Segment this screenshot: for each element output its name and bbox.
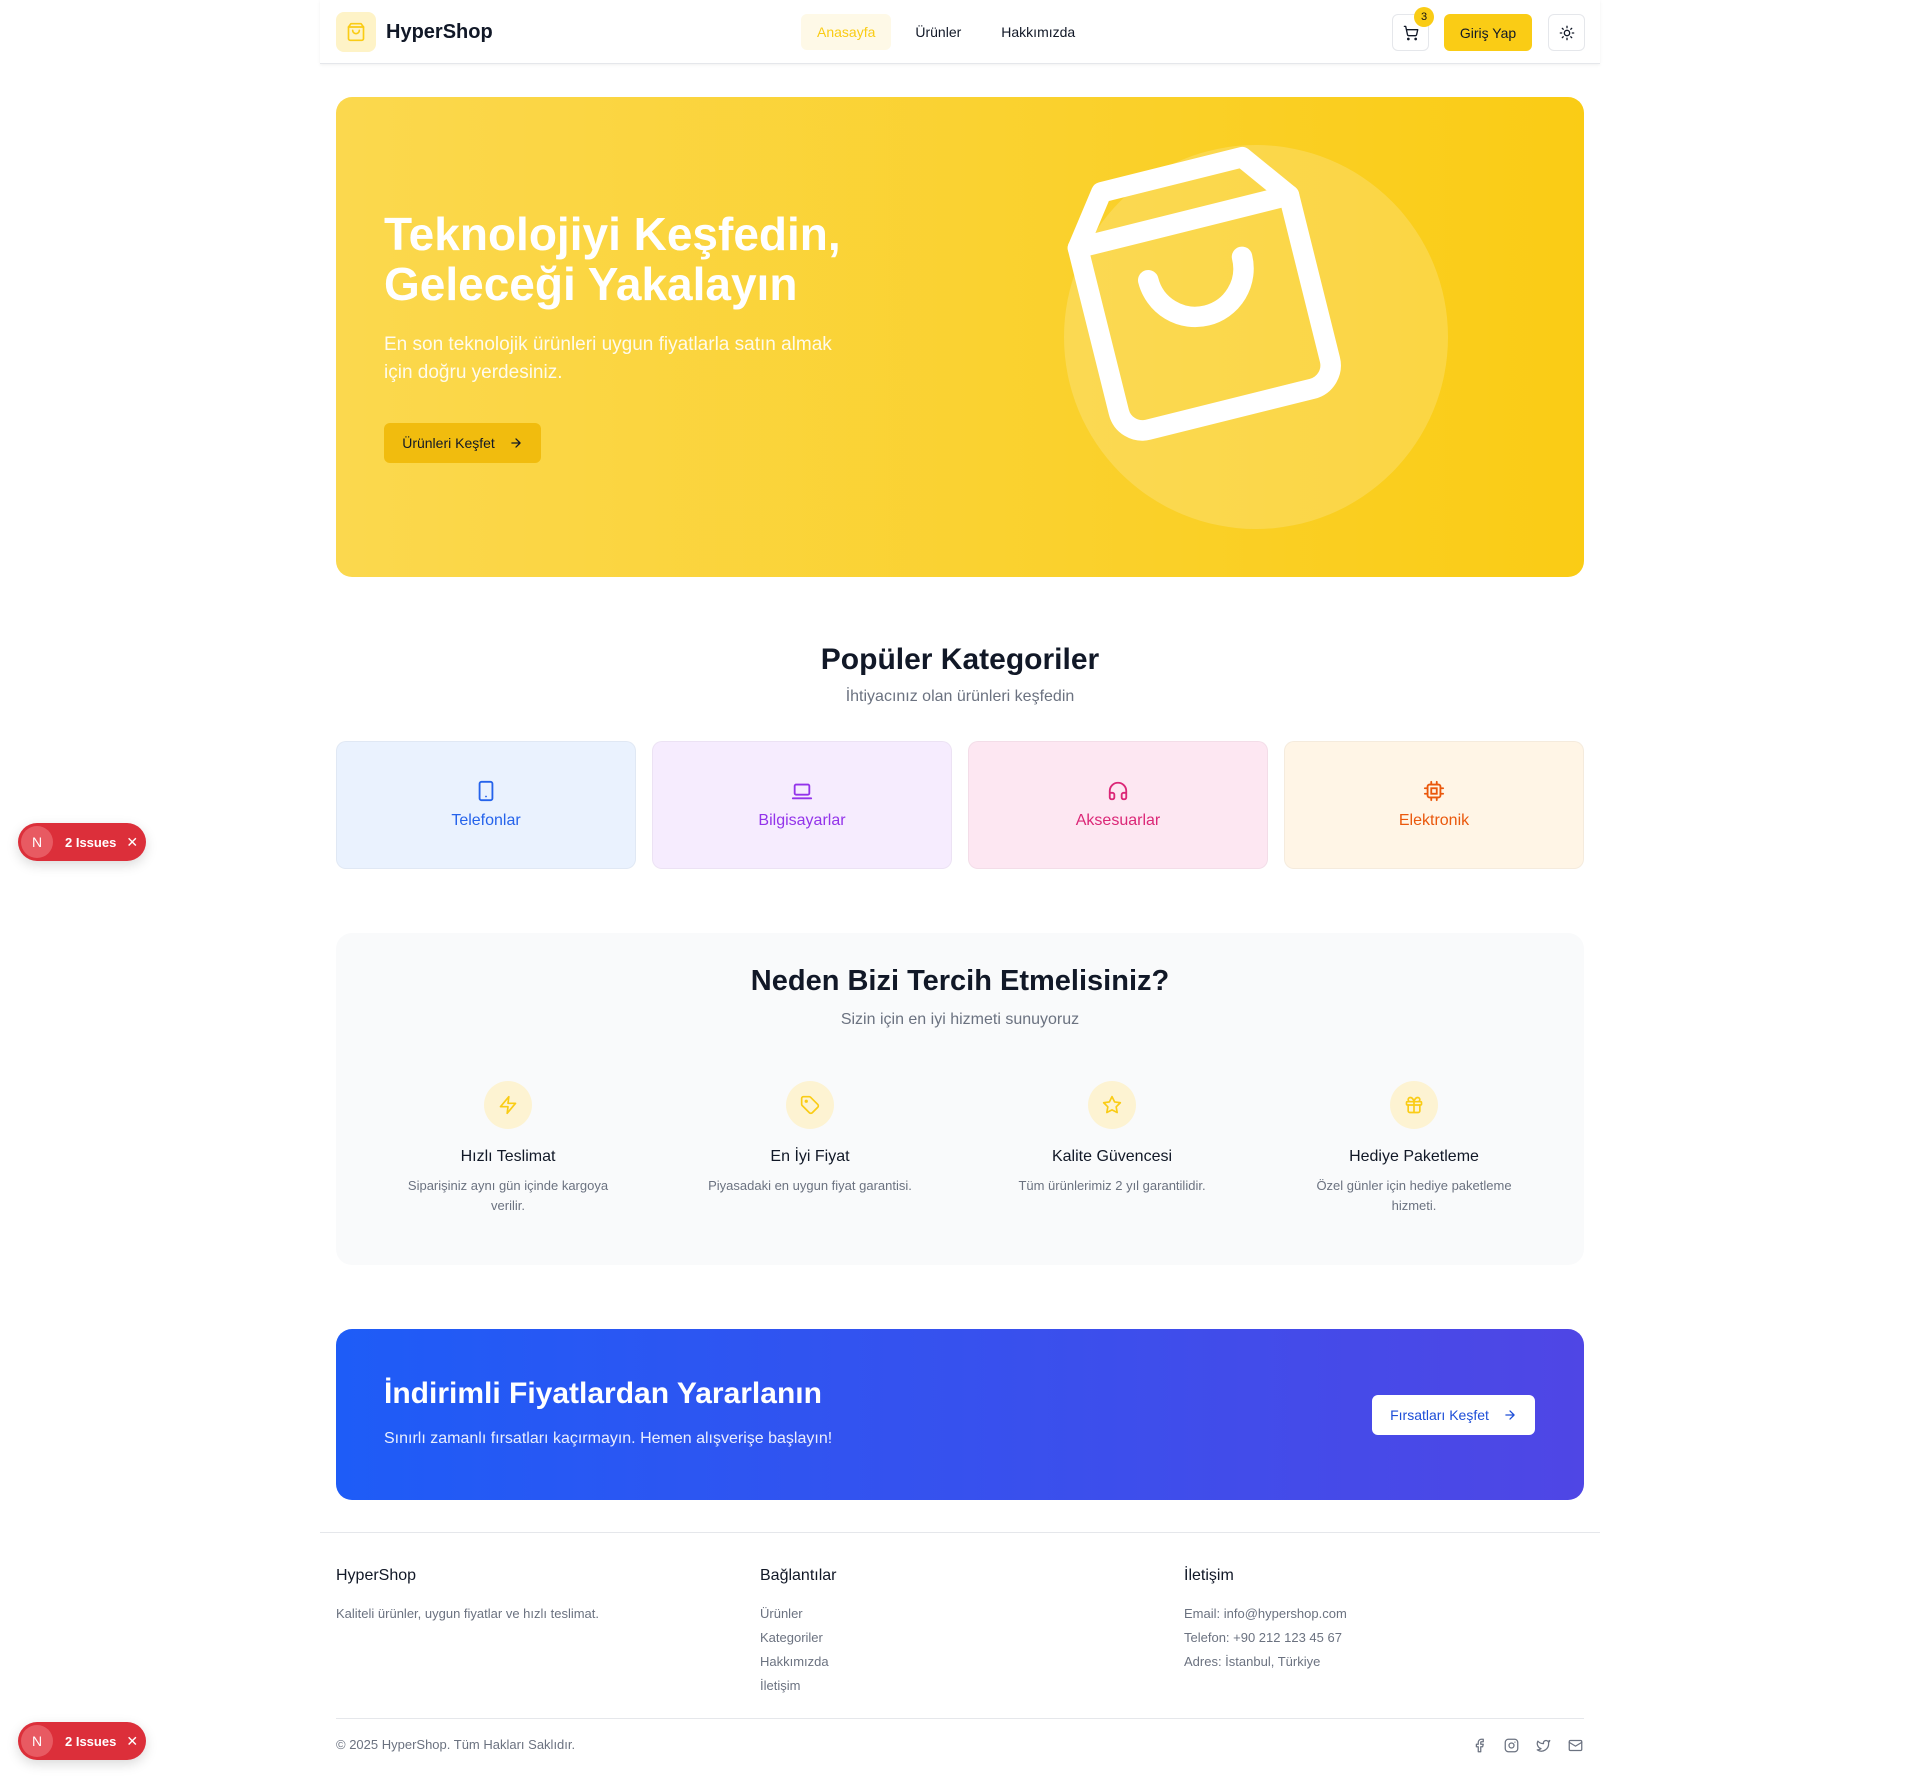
footer-contact-phone: Telefon: +90 212 123 45 67 bbox=[1184, 1630, 1342, 1645]
arrow-right-icon bbox=[511, 438, 521, 448]
features-section: Neden Bizi Tercih Etmelisiniz? Sizin içi… bbox=[336, 933, 1584, 1265]
cart-count-badge: 3 bbox=[1414, 7, 1434, 27]
cpu-icon bbox=[1423, 780, 1445, 802]
feature-title: Kalite Güvencesi bbox=[1051, 1148, 1173, 1165]
feature-title: En İyi Fiyat bbox=[770, 1148, 850, 1165]
footer-contact-column: İletişim Email: info@hypershop.com Telef… bbox=[1184, 1567, 1347, 1674]
issues-badge[interactable]: N 2 Issues ✕ bbox=[18, 823, 146, 861]
features-subtitle: Sizin için en iyi hizmeti sunuyoruz bbox=[840, 1011, 1080, 1028]
footer-brand-column: HyperShop Kaliteli ürünler, uygun fiyatl… bbox=[336, 1567, 599, 1626]
logo-text: HyperShop bbox=[386, 20, 493, 43]
category-card-electronics[interactable]: Elektronik bbox=[1284, 741, 1584, 869]
close-icon[interactable]: ✕ bbox=[126, 1733, 138, 1750]
tag-icon bbox=[786, 1081, 834, 1129]
explore-deals-button[interactable]: Fırsatları Keşfet bbox=[1372, 1395, 1535, 1435]
main-nav: Anasayfa Ürünler Hakkımızda bbox=[801, 14, 1091, 50]
footer-links-title: Bağlantılar bbox=[760, 1567, 837, 1584]
categories-title: Popüler Kategoriler bbox=[820, 643, 1100, 676]
logo[interactable]: HyperShop bbox=[336, 12, 493, 52]
footer-brand-title: HyperShop bbox=[336, 1567, 417, 1584]
footer-link-products[interactable]: Ürünler bbox=[760, 1602, 837, 1626]
footer-contact-address: Adres: İstanbul, Türkiye bbox=[1184, 1654, 1321, 1669]
facebook-icon[interactable] bbox=[1470, 1736, 1488, 1754]
hero-subtitle: En son teknolojik ürünleri uygun fiyatla… bbox=[384, 334, 832, 383]
footer-bottom-divider bbox=[336, 1718, 1584, 1719]
feature-description: Tüm ürünlerimiz 2 yıl garantilidir. bbox=[1018, 1178, 1206, 1193]
site-header: HyperShop Anasayfa Ürünler Hakkımızda 3 … bbox=[320, 0, 1600, 64]
zap-icon bbox=[484, 1081, 532, 1129]
hero-banner: Teknolojiyi Keşfedin, Geleceği Yakalayın… bbox=[336, 97, 1584, 577]
explore-products-button[interactable]: Ürünleri Keşfet bbox=[384, 423, 541, 463]
nav-link-home[interactable]: Anasayfa bbox=[801, 14, 892, 50]
feature-quality: Kalite Güvencesi Tüm ürünlerimiz 2 yıl g… bbox=[997, 1081, 1227, 1196]
feature-description: Siparişiniz aynı gün içinde kargoya veri… bbox=[407, 1178, 609, 1213]
issues-count: 2 Issues bbox=[65, 834, 117, 850]
social-links bbox=[1470, 1736, 1584, 1754]
category-label: Bilgisayarlar bbox=[758, 812, 846, 829]
arrow-right-icon bbox=[1505, 1410, 1515, 1420]
category-card-phones[interactable]: Telefonlar bbox=[336, 741, 636, 869]
twitter-icon[interactable] bbox=[1534, 1736, 1552, 1754]
promo-title: İndirimli Fiyatlardan Yararlanın bbox=[384, 1377, 822, 1410]
feature-best-price: En İyi Fiyat Piyasadaki en uygun fiyat g… bbox=[695, 1081, 925, 1196]
gift-icon bbox=[1390, 1081, 1438, 1129]
features-title: Neden Bizi Tercih Etmelisiniz? bbox=[750, 965, 1170, 997]
laptop-icon bbox=[791, 783, 813, 800]
feature-title: Hediye Paketleme bbox=[1349, 1148, 1479, 1165]
category-card-computers[interactable]: Bilgisayarlar bbox=[652, 741, 952, 869]
footer-divider bbox=[320, 1532, 1600, 1533]
shopping-bag-icon bbox=[336, 12, 376, 52]
headphones-icon bbox=[1108, 781, 1128, 801]
login-button[interactable]: Giriş Yap bbox=[1444, 14, 1532, 51]
category-label: Elektronik bbox=[1398, 812, 1470, 829]
nextjs-logo: N bbox=[21, 826, 53, 858]
feature-title: Hızlı Teslimat bbox=[460, 1148, 556, 1165]
promo-banner: İndirimli Fiyatlardan Yararlanın Sınırlı… bbox=[336, 1329, 1584, 1500]
nav-link-products[interactable]: Ürünler bbox=[899, 14, 977, 50]
nav-link-about[interactable]: Hakkımızda bbox=[985, 14, 1091, 50]
issues-count: 2 Issues bbox=[65, 1733, 117, 1749]
categories-subtitle: İhtiyacınız olan ürünleri keşfedin bbox=[845, 688, 1075, 705]
cart-icon bbox=[1403, 25, 1418, 40]
star-icon bbox=[1088, 1081, 1136, 1129]
footer-brand-description: Kaliteli ürünler, uygun fiyatlar ve hızl… bbox=[336, 1606, 600, 1621]
copyright-text: © 2025 HyperShop. Tüm Hakları Saklıdır. bbox=[336, 1737, 576, 1752]
feature-gift-wrapping: Hediye Paketleme Özel günler için hediye… bbox=[1299, 1081, 1529, 1216]
explore-deals-label: Fırsatları Keşfet bbox=[1390, 1407, 1489, 1423]
theme-toggle-button[interactable] bbox=[1548, 14, 1585, 51]
feature-fast-delivery: Hızlı Teslimat Siparişiniz aynı gün için… bbox=[393, 1081, 623, 1216]
close-icon[interactable]: ✕ bbox=[126, 834, 138, 851]
mail-icon[interactable] bbox=[1566, 1736, 1584, 1754]
category-card-accessories[interactable]: Aksesuarlar bbox=[968, 741, 1268, 869]
issues-badge[interactable]: N 2 Issues ✕ bbox=[18, 1722, 146, 1760]
feature-description: Özel günler için hediye paketleme hizmet… bbox=[1316, 1178, 1512, 1213]
smartphone-icon bbox=[478, 780, 494, 802]
footer-contact-email: Email: info@hypershop.com bbox=[1184, 1606, 1347, 1621]
footer-links-column: Bağlantılar Ürünler Kategoriler Hakkımız… bbox=[760, 1567, 837, 1698]
footer-link-contact[interactable]: İletişim bbox=[760, 1674, 837, 1698]
cart-button[interactable]: 3 bbox=[1392, 7, 1434, 51]
category-label: Telefonlar bbox=[451, 812, 521, 829]
footer-link-about[interactable]: Hakkımızda bbox=[760, 1650, 837, 1674]
category-label: Aksesuarlar bbox=[1075, 812, 1161, 829]
hero-title: Teknolojiyi Keşfedin, Geleceği Yakalayın bbox=[384, 208, 841, 310]
footer-link-categories[interactable]: Kategoriler bbox=[760, 1626, 837, 1650]
footer-contact-title: İletişim bbox=[1184, 1567, 1234, 1584]
promo-subtitle: Sınırlı zamanlı fırsatları kaçırmayın. H… bbox=[384, 1430, 833, 1447]
instagram-icon[interactable] bbox=[1502, 1736, 1520, 1754]
feature-description: Piyasadaki en uygun fiyat garantisi. bbox=[708, 1178, 912, 1193]
nextjs-logo: N bbox=[21, 1725, 53, 1757]
sun-icon bbox=[1559, 25, 1574, 40]
explore-products-label: Ürünleri Keşfet bbox=[402, 435, 495, 451]
